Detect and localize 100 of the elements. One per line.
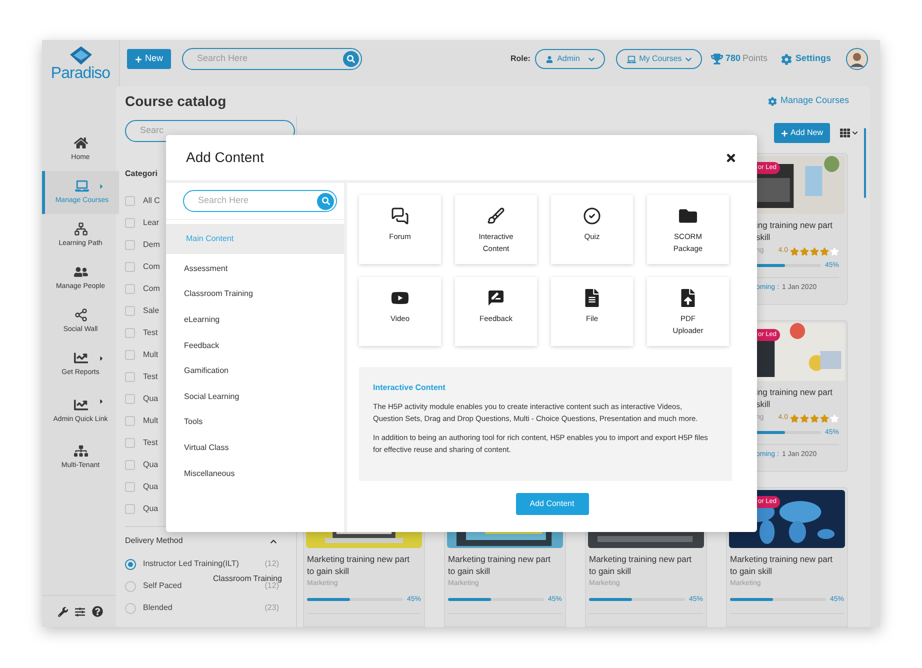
content-category-item[interactable]: Classroom Training [166,282,344,308]
content-category-item[interactable]: Tools [166,410,344,436]
search-icon[interactable] [317,192,334,210]
settings-icon [768,96,778,106]
checkbox[interactable] [125,262,135,272]
checkbox[interactable] [125,394,135,404]
role-label: Role: [510,53,530,65]
checkbox[interactable] [125,306,135,316]
category-label: Qua [143,481,158,493]
content-search-box[interactable]: Search Here [183,190,337,212]
course-title: Marketing training new part to gain skill [589,553,693,577]
content-category-item[interactable]: Virtual Class [166,435,344,461]
radio-button[interactable] [125,602,136,614]
checkbox[interactable] [125,416,135,426]
category-label: Lear [143,217,160,229]
category-label: Test [143,437,158,449]
course-title: Marketing training new part to gain skill [730,553,834,577]
category-label: All C [143,195,160,207]
delivery-label: Self Paced [143,580,182,592]
star-icon [790,414,799,423]
chevron-up-icon[interactable] [270,538,277,544]
star-icon [800,246,809,256]
page-title: Course catalog [125,92,226,111]
category-label: Mult [143,349,158,361]
drag-ghost-label: Classroom Training [213,574,282,583]
checkbox[interactable] [125,350,135,360]
checkbox[interactable] [125,482,135,492]
check-circle-icon [583,207,601,225]
star-icon [830,414,839,423]
star-icon [820,414,829,423]
search-box[interactable]: Search Here [182,48,362,70]
checkbox[interactable] [125,284,135,294]
delivery-label: Instructor Led Training(ILT) [143,558,239,570]
scrollbar[interactable] [864,128,866,198]
settings-icon [781,54,792,64]
plus-icon [780,130,788,136]
new-button[interactable]: New [127,49,172,69]
checkbox[interactable] [125,328,135,338]
sliders-icon[interactable] [75,606,85,616]
chart-icon [74,398,88,412]
grid-icon [840,128,850,138]
checkbox[interactable] [125,240,135,250]
category-label: Mult [143,415,158,427]
sitemap-icon [74,444,88,458]
radio-button[interactable] [125,558,136,570]
delivery-count: (12) [264,581,279,592]
content-category-item[interactable]: Assessment [166,256,344,282]
points-value: 780 [725,52,740,66]
brand-name: Paradiso [50,65,110,83]
checkbox[interactable] [125,438,135,448]
star-icon [810,246,819,256]
category-label: Test [143,371,158,383]
checkbox[interactable] [125,218,135,228]
content-category-item[interactable]: eLearning [166,307,344,333]
checkbox[interactable] [125,504,135,514]
content-category-item[interactable]: Miscellaneous [166,460,344,486]
delivery-heading: Delivery Method [125,535,183,547]
categories-heading: Categori [125,168,158,180]
chat-icon [391,207,409,225]
checkbox[interactable] [125,196,135,206]
content-category-item[interactable]: Social Learning [166,384,344,410]
category-label: Com [143,283,160,295]
category-label: Qua [143,393,158,405]
checkbox[interactable] [125,460,135,470]
avatar[interactable] [846,48,868,70]
view-toggle[interactable] [840,128,858,138]
course-title: Marketing training new part to gain skill [307,553,411,577]
user-icon [546,56,554,62]
star-icon [800,414,809,423]
chevron-down-icon [684,56,692,62]
chevron-down-icon [588,56,595,62]
add-new-button[interactable]: Add New [774,123,830,143]
star-icon [820,246,829,256]
search-icon[interactable] [343,51,360,67]
content-category-item[interactable]: Gamification [166,358,344,384]
content-search-field[interactable]: Search Here [198,194,317,208]
play-icon [391,289,409,307]
points-label: Points [742,52,768,66]
brush-icon [487,207,505,225]
file-icon [583,289,601,307]
category-label: Com [143,261,160,273]
close-icon[interactable] [725,152,737,164]
help-icon[interactable] [92,606,103,617]
radio-button[interactable] [125,580,136,592]
delivery-label: Blended [143,602,172,614]
chart-icon [74,351,88,365]
feedback-icon [487,289,505,307]
wrench-icon[interactable] [58,606,68,616]
checkbox[interactable] [125,372,135,382]
folder-icon [679,207,697,225]
logo-icon [70,46,92,65]
chevron-down-icon [852,130,858,136]
search-field[interactable]: Search Here [197,52,344,66]
trophy-icon [711,53,724,65]
content-category-item[interactable]: Feedback [166,332,344,358]
network-icon [74,222,88,236]
info-title: Interactive Content [373,382,446,394]
category-label: Sale [143,305,160,317]
category-label: Test [143,327,158,339]
share-icon [74,308,88,322]
